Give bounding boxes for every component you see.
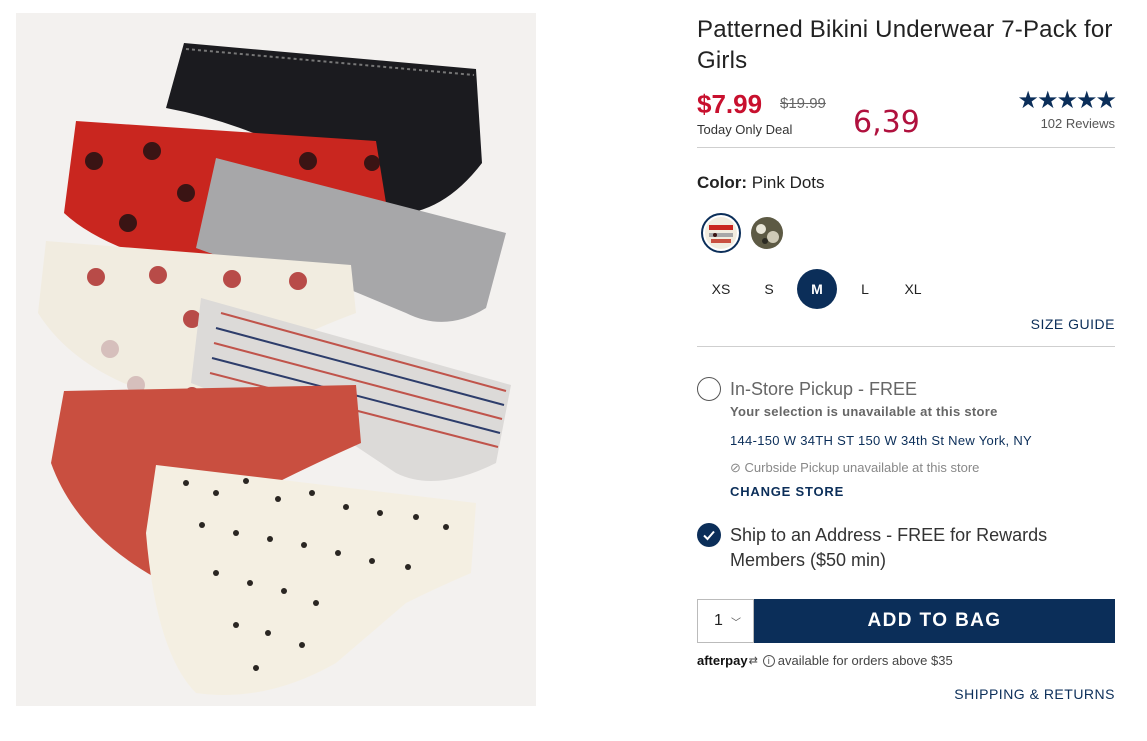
curbside-note: ⊘ Curbside Pickup unavailable at this st… xyxy=(730,460,1115,476)
info-icon[interactable]: i xyxy=(762,654,775,667)
color-swatches xyxy=(701,213,1115,253)
swatch-print[interactable] xyxy=(751,217,783,249)
size-s[interactable]: S xyxy=(745,281,793,297)
deal-label: Today Only Deal xyxy=(697,122,793,137)
sale-price: $7.99 xyxy=(697,89,763,119)
color-value: Pink Dots xyxy=(751,173,825,192)
chevron-down-icon: ﹀ xyxy=(731,617,741,629)
divider xyxy=(697,346,1115,347)
price-annotation: 6,39 xyxy=(853,105,920,140)
reviews-link[interactable]: 102 Reviews xyxy=(1017,116,1115,131)
pink-dots-swatch-icon xyxy=(705,217,737,249)
size-xs[interactable]: XS xyxy=(697,281,745,297)
afterpay-logo: afterpay xyxy=(697,653,748,668)
add-to-bag-row: 1 ﹀ ADD TO BAG xyxy=(697,599,1115,643)
afterpay-info: afterpay ⇄ i available for orders above … xyxy=(697,653,1115,668)
rating[interactable]: ★★★★★ 102 Reviews xyxy=(1017,87,1117,132)
ship-to-address-option[interactable]: Ship to an Address - FREE for Rewards Me… xyxy=(697,523,1115,573)
quantity-value: 1 xyxy=(714,612,723,629)
size-m[interactable]: M xyxy=(797,269,837,309)
add-to-bag-button[interactable]: ADD TO BAG xyxy=(754,599,1115,643)
ship-option-text: Ship to an Address - FREE for Rewards Me… xyxy=(730,525,1048,570)
pickup-radio[interactable] xyxy=(697,377,721,401)
size-xl[interactable]: XL xyxy=(889,281,937,297)
price-row: $7.99 $19.99 Today Only Deal 6,39 ★★★★★ … xyxy=(697,87,1117,147)
pickup-unavailable-note: Your selection is unavailable at this st… xyxy=(730,404,998,419)
size-l[interactable]: L xyxy=(841,281,889,297)
in-store-pickup-option[interactable]: In-Store Pickup - FREE Your selection is… xyxy=(697,377,1115,499)
color-label: Color: xyxy=(697,173,748,192)
color-selection: Color: Pink Dots xyxy=(697,173,1115,193)
underwear-illustration xyxy=(38,43,511,695)
original-price: $19.99 xyxy=(780,95,826,112)
checkmark-icon[interactable] xyxy=(697,523,721,547)
divider xyxy=(697,147,1115,148)
curbside-text: Curbside Pickup unavailable at this stor… xyxy=(744,460,980,475)
print-swatch-icon xyxy=(751,217,783,249)
afterpay-arrows-icon: ⇄ xyxy=(748,655,758,667)
shipping-returns-link[interactable]: SHIPPING & RETURNS xyxy=(697,686,1115,702)
pickup-title: In-Store Pickup - FREE xyxy=(730,379,918,399)
unavailable-icon: ⊘ xyxy=(730,460,741,475)
afterpay-text: available for orders above $35 xyxy=(777,653,953,668)
product-title: Patterned Bikini Underwear 7-Pack for Gi… xyxy=(697,16,1113,74)
swatch-pink-dots[interactable] xyxy=(701,213,741,253)
product-image[interactable] xyxy=(16,13,536,706)
product-details-panel: Patterned Bikini Underwear 7-Pack for Gi… xyxy=(697,14,1117,702)
store-address-link[interactable]: 144-150 W 34TH ST 150 W 34th St New York… xyxy=(730,433,1115,448)
quantity-select[interactable]: 1 ﹀ xyxy=(697,599,754,643)
size-guide-link[interactable]: SIZE GUIDE xyxy=(697,316,1115,332)
star-rating-icon: ★★★★★ xyxy=(1017,87,1117,114)
size-options: XS S M L XL xyxy=(697,269,1115,309)
change-store-link[interactable]: CHANGE STORE xyxy=(730,484,1115,499)
